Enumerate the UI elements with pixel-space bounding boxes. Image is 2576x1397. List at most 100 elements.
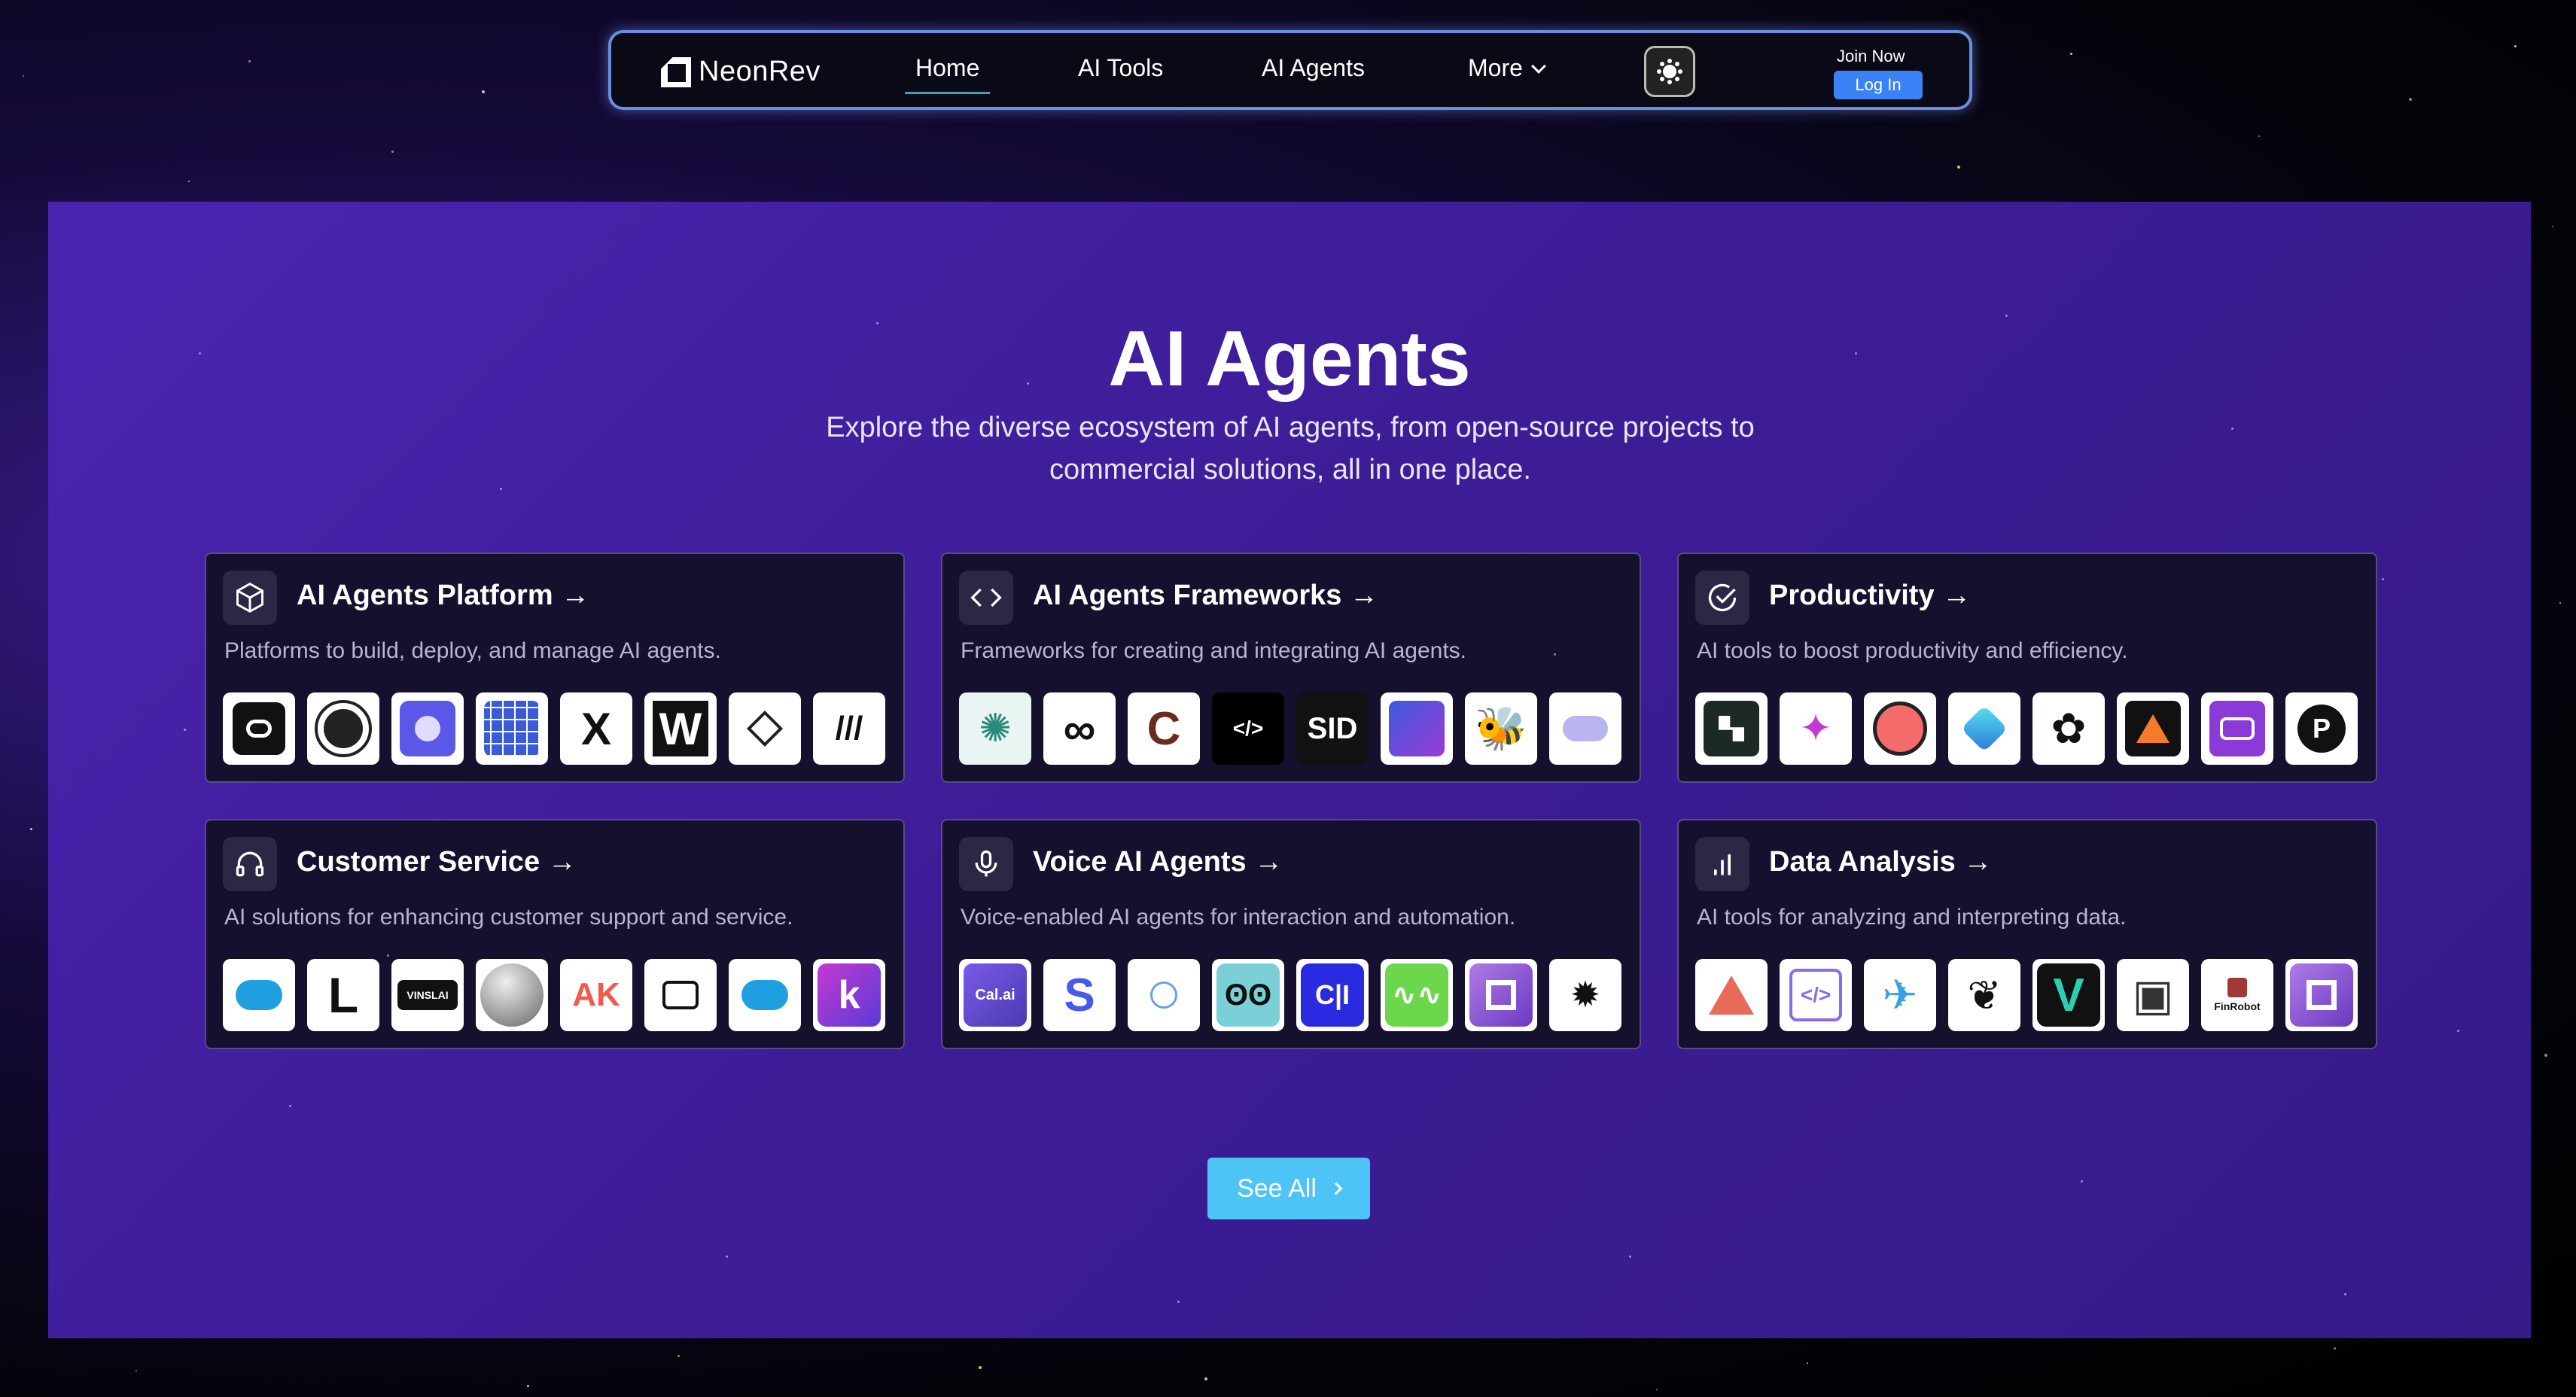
code-icon bbox=[959, 571, 1013, 625]
category-card-voice-ai-agents[interactable]: Voice AI Agents → Voice-enabled AI agent… bbox=[941, 819, 1641, 1049]
tool-logo-row: ✦ ✿ P bbox=[1695, 692, 2358, 765]
tool-logo-slashes-logo[interactable]: /// bbox=[813, 692, 885, 765]
category-description: Frameworks for creating and integrating … bbox=[961, 638, 1467, 663]
tool-logo-cloud-logo[interactable] bbox=[1549, 692, 1621, 765]
tool-logo-sid[interactable]: SID bbox=[1296, 692, 1369, 765]
nav-ai-agents[interactable]: AI Agents bbox=[1262, 54, 1365, 82]
category-card-ai-agents-frameworks[interactable]: AI Agents Frameworks → Frameworks for cr… bbox=[941, 552, 1641, 783]
nav-ai-tools[interactable]: AI Tools bbox=[1078, 54, 1163, 82]
tool-logo-bird-logo[interactable]: ✈ bbox=[1864, 959, 1936, 1031]
bar-chart-icon bbox=[1695, 837, 1749, 891]
join-now-link[interactable]: Join Now bbox=[1837, 47, 1905, 66]
tool-logo-octopus-logo[interactable]: ✺ bbox=[959, 692, 1031, 765]
category-title[interactable]: Data Analysis → bbox=[1769, 846, 1992, 878]
tool-logo-sparkle-logo[interactable]: ✦ bbox=[1780, 692, 1852, 765]
tool-logo-bug-logo[interactable]: ✹ bbox=[1549, 959, 1621, 1031]
tool-logo-gradient-logo[interactable] bbox=[1381, 692, 1453, 765]
star bbox=[2409, 98, 2412, 101]
tool-logo-x-logo[interactable]: X bbox=[560, 692, 632, 765]
category-title[interactable]: AI Agents Platform → bbox=[297, 580, 589, 612]
star bbox=[2552, 226, 2553, 227]
tool-logo-grid-logo[interactable] bbox=[476, 692, 548, 765]
category-title[interactable]: Customer Service → bbox=[297, 846, 577, 878]
tool-logo-p-logo[interactable]: P bbox=[2285, 692, 2358, 765]
tool-logo-finrobot[interactable]: FinRobot bbox=[2201, 959, 2273, 1031]
star bbox=[1957, 166, 1960, 169]
star bbox=[979, 1366, 982, 1369]
tool-logo-diamond-logo[interactable] bbox=[729, 692, 801, 765]
box-icon bbox=[223, 571, 277, 625]
tool-logo-robot-logo[interactable] bbox=[2201, 692, 2273, 765]
tool-logo-v-logo[interactable]: V bbox=[2032, 959, 2105, 1031]
category-card-productivity[interactable]: Productivity → AI tools to boost product… bbox=[1677, 552, 2377, 783]
tool-logo-bot-logo[interactable] bbox=[644, 959, 717, 1031]
tool-logo-route-logo[interactable] bbox=[223, 692, 295, 765]
tool-logo-cal-ai[interactable]: Cal.ai bbox=[959, 959, 1031, 1031]
star bbox=[2382, 578, 2384, 580]
tool-logo-vinslai[interactable]: VINSLAI bbox=[391, 959, 464, 1031]
category-card-ai-agents-platform[interactable]: AI Agents Platform → Platforms to build,… bbox=[205, 552, 905, 783]
tool-logo-row: ✺ ∞ C </> SID 🐝 bbox=[959, 692, 1621, 765]
brand-logo[interactable]: NeonRev bbox=[661, 56, 821, 88]
tool-logo-c-swirl-logo[interactable]: C bbox=[1128, 692, 1200, 765]
tool-logo-code-tag-logo[interactable]: </> bbox=[1212, 692, 1284, 765]
tool-logo-parrot-logo[interactable]: ❦ bbox=[1948, 959, 2020, 1031]
tool-logo-square-logo[interactable] bbox=[2285, 959, 2358, 1031]
tool-logo-knot-logo[interactable]: ∞ bbox=[1043, 692, 1116, 765]
tool-logo-ak[interactable]: AK bbox=[560, 959, 632, 1031]
tool-logo-c-i[interactable]: C|I bbox=[1296, 959, 1369, 1031]
login-button[interactable]: Log In bbox=[1834, 71, 1923, 99]
star bbox=[2070, 53, 2072, 55]
ai-agents-section: AI Agents Explore the diverse ecosystem … bbox=[48, 202, 2531, 1338]
category-title[interactable]: Voice AI Agents → bbox=[1033, 846, 1283, 878]
page-title: AI Agents bbox=[1108, 315, 1471, 403]
star bbox=[184, 729, 186, 731]
star bbox=[2344, 1293, 2346, 1295]
page-subtitle: Explore the diverse ecosystem of AI agen… bbox=[826, 412, 1755, 485]
tool-logo-compass-logo[interactable] bbox=[1128, 959, 1200, 1031]
tool-logo-openai-logo[interactable]: ✿ bbox=[2032, 692, 2105, 765]
tool-logo-sphere-logo[interactable] bbox=[476, 959, 548, 1031]
tool-logo-whale-logo[interactable] bbox=[1864, 692, 1936, 765]
tool-logo-aperture-logo[interactable] bbox=[307, 692, 379, 765]
tool-logo-w-logo[interactable]: W bbox=[644, 692, 717, 765]
tool-logo-bee-logo[interactable]: 🐝 bbox=[1465, 692, 1537, 765]
tool-logo-l[interactable]: L bbox=[307, 959, 379, 1031]
theme-toggle-button[interactable] bbox=[1644, 46, 1695, 97]
tool-logo-code-box-logo[interactable]: </> bbox=[1780, 959, 1852, 1031]
tool-logo-blue-diamond-logo[interactable] bbox=[1948, 692, 2020, 765]
tool-logo-box-logo[interactable]: ▣ bbox=[2117, 959, 2189, 1031]
category-title[interactable]: AI Agents Frameworks → bbox=[1033, 580, 1378, 612]
star bbox=[2081, 1180, 2083, 1182]
star bbox=[2005, 315, 2008, 317]
tool-logo-purple-orb-logo[interactable] bbox=[391, 692, 464, 765]
nav-home[interactable]: Home bbox=[904, 54, 991, 94]
tool-logo-triangle-logo[interactable] bbox=[2117, 692, 2189, 765]
tool-logo-k[interactable]: k bbox=[813, 959, 885, 1031]
category-card-customer-service[interactable]: Customer Service → AI solutions for enha… bbox=[205, 819, 905, 1049]
see-all-button[interactable]: See All bbox=[1207, 1158, 1370, 1219]
star bbox=[2334, 1347, 2336, 1350]
category-description: Platforms to build, deploy, and manage A… bbox=[224, 638, 721, 663]
star bbox=[1629, 1255, 1631, 1258]
check-circle-icon bbox=[1695, 571, 1749, 625]
tool-logo-square-logo[interactable] bbox=[1465, 959, 1537, 1031]
tool-logo-salesforce-logo[interactable] bbox=[729, 959, 801, 1031]
tool-logo-s[interactable]: S bbox=[1043, 959, 1116, 1031]
tool-logo-row: L VINSLAI AK k bbox=[223, 959, 885, 1031]
see-all-label: See All bbox=[1237, 1173, 1317, 1203]
tool-logo-prism-logo[interactable] bbox=[1695, 959, 1768, 1031]
chevron-right-icon bbox=[1329, 1182, 1343, 1195]
tool-logo-face-logo[interactable]: ʘʘ bbox=[1212, 959, 1284, 1031]
star bbox=[677, 1355, 680, 1357]
star bbox=[2544, 1054, 2547, 1057]
tool-logo-salesforce-logo[interactable] bbox=[223, 959, 295, 1031]
star bbox=[248, 60, 251, 62]
nav-more-label: More bbox=[1468, 54, 1523, 81]
nav-more[interactable]: More bbox=[1468, 54, 1546, 82]
star bbox=[289, 1105, 291, 1107]
tool-logo-blocks-logo[interactable] bbox=[1695, 692, 1768, 765]
category-card-data-analysis[interactable]: Data Analysis → AI tools for analyzing a… bbox=[1677, 819, 2377, 1049]
category-title[interactable]: Productivity → bbox=[1769, 580, 1971, 612]
tool-logo-wave-logo[interactable]: ∿∿ bbox=[1381, 959, 1453, 1031]
